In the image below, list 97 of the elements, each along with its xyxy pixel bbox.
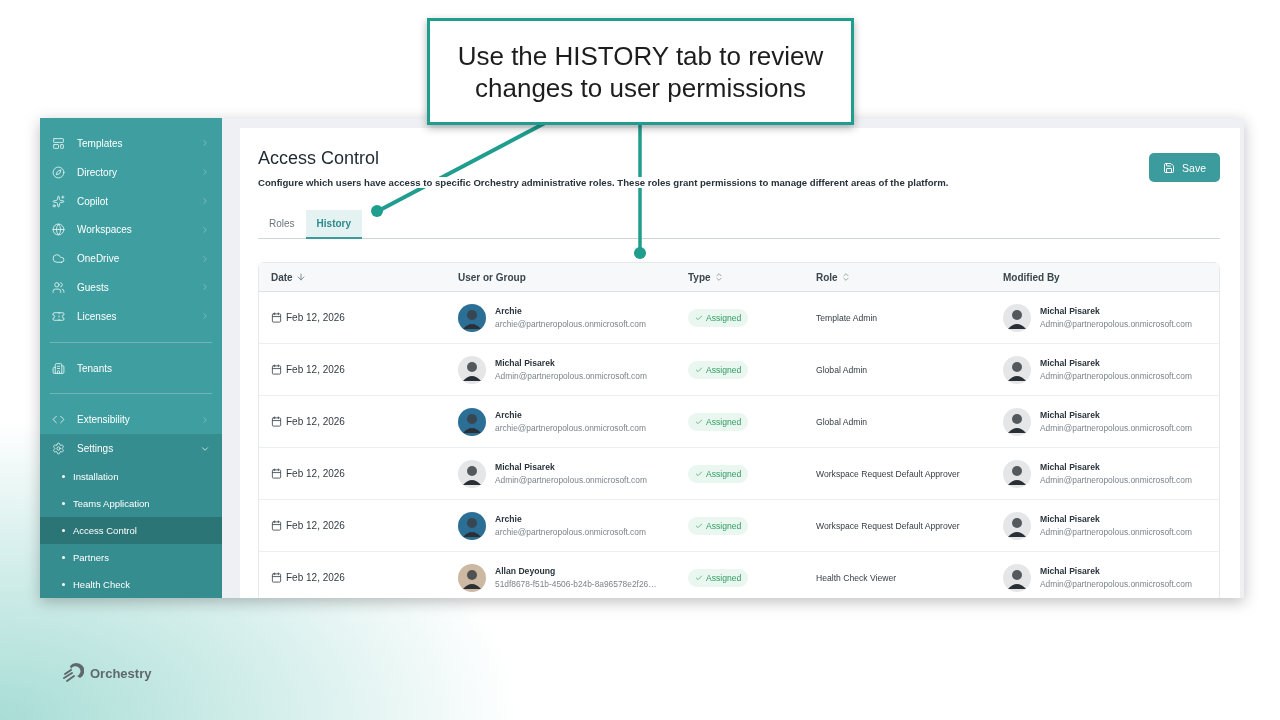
sidebar-subitem[interactable]: Partners bbox=[40, 543, 222, 571]
calendar-icon bbox=[271, 468, 282, 479]
date-text: Feb 12, 2026 bbox=[286, 520, 345, 531]
tab[interactable]: Roles bbox=[258, 210, 306, 239]
column-header[interactable]: User or Group bbox=[458, 271, 526, 283]
chevron-right-icon bbox=[200, 224, 210, 235]
brand-name: Orchestry bbox=[90, 665, 152, 681]
date-text: Feb 12, 2026 bbox=[286, 468, 345, 479]
column-header[interactable]: Date bbox=[271, 271, 306, 283]
sidebar-item[interactable]: Guests bbox=[40, 273, 222, 302]
person-name: Archie bbox=[495, 514, 523, 524]
calendar-icon bbox=[271, 312, 282, 323]
sidebar-item[interactable]: Extensibility bbox=[40, 405, 222, 435]
person-name: Archie bbox=[495, 410, 523, 420]
date-text: Feb 12, 2026 bbox=[286, 364, 345, 375]
person-email: Admin@partneropolous.onmicrosoft.com bbox=[1040, 475, 1192, 485]
sidebar-item[interactable]: Templates bbox=[40, 129, 222, 158]
sort-descending-icon bbox=[295, 272, 306, 282]
chevron-right-icon bbox=[200, 138, 210, 149]
person-email: Admin@partneropolous.onmicrosoft.com bbox=[1040, 423, 1192, 433]
role-text: Global Admin bbox=[816, 364, 869, 375]
sidebar-item[interactable]: OneDrive bbox=[40, 244, 222, 274]
chevron-right-icon bbox=[200, 282, 210, 293]
users-icon bbox=[52, 280, 65, 294]
status-badge: Assigned bbox=[688, 412, 749, 431]
calendar-icon bbox=[271, 364, 282, 375]
person-name: Michal Pisarek bbox=[1040, 462, 1101, 472]
chevron-right-icon bbox=[200, 196, 210, 207]
save-icon bbox=[1163, 161, 1176, 174]
calendar-icon bbox=[271, 572, 282, 583]
column-header[interactable]: Type bbox=[688, 271, 724, 283]
status-badge: Assigned bbox=[688, 360, 749, 379]
sidebar-item[interactable]: Settings bbox=[40, 434, 222, 463]
person-email: Admin@partneropolous.onmicrosoft.com bbox=[1040, 527, 1192, 537]
sparkle-icon bbox=[52, 194, 65, 208]
person-email: Admin@partneropolous.onmicrosoft.com bbox=[1040, 579, 1192, 589]
sidebar-subitem[interactable]: Teams Application bbox=[40, 489, 222, 517]
sidebar-item[interactable]: Tenants bbox=[40, 353, 222, 383]
person-name: Archie bbox=[495, 306, 523, 316]
person-email: archie@partneropolous.onmicrosoft.com bbox=[495, 527, 646, 537]
save-button[interactable]: Save bbox=[1149, 153, 1220, 182]
sidebar-item[interactable]: Workspaces bbox=[40, 215, 222, 245]
building-icon bbox=[52, 361, 65, 375]
globe-icon bbox=[52, 223, 65, 237]
role-text: Health Check Viewer bbox=[816, 572, 898, 583]
callout-text: Use the HISTORY tab to review changes to user permissions bbox=[427, 18, 854, 125]
calendar-icon bbox=[271, 520, 282, 531]
sidebar-subitem[interactable]: Access Control bbox=[40, 516, 222, 544]
role-text: Global Admin bbox=[816, 416, 869, 427]
person-name: Allan Deyoung bbox=[495, 566, 557, 576]
page-title: Access Control bbox=[258, 148, 381, 169]
date-text: Feb 12, 2026 bbox=[286, 572, 345, 583]
chevron-right-icon bbox=[200, 311, 210, 322]
person-name: Michal Pisarek bbox=[1040, 566, 1101, 576]
ticket-icon bbox=[52, 309, 65, 323]
sidebar-item[interactable]: Directory bbox=[40, 157, 222, 187]
person-name: Michal Pisarek bbox=[495, 462, 556, 472]
sort-icon bbox=[713, 272, 724, 282]
sidebar-item[interactable]: Copilot bbox=[40, 186, 222, 216]
person-email: archie@partneropolous.onmicrosoft.com bbox=[495, 423, 646, 433]
date-text: Feb 12, 2026 bbox=[286, 312, 345, 323]
calendar-icon bbox=[271, 416, 282, 427]
person-email: Admin@partneropolous.onmicrosoft.com bbox=[1040, 319, 1192, 329]
template-icon bbox=[52, 136, 65, 150]
logo-icon bbox=[62, 662, 84, 684]
status-badge: Assigned bbox=[688, 464, 749, 483]
person-name: Michal Pisarek bbox=[1040, 306, 1101, 316]
column-header[interactable]: Modified By bbox=[1003, 271, 1060, 283]
chevron-right-icon bbox=[200, 414, 210, 425]
column-header[interactable]: Role bbox=[816, 271, 851, 283]
status-badge: Assigned bbox=[688, 516, 749, 535]
person-name: Michal Pisarek bbox=[495, 358, 556, 368]
sidebar-subitem[interactable]: Health Check bbox=[40, 570, 222, 598]
status-badge: Assigned bbox=[688, 308, 749, 327]
sidebar-item[interactable]: Licenses bbox=[40, 301, 222, 331]
person-email: archie@partneropolous.onmicrosoft.com bbox=[495, 319, 646, 329]
sidebar-subitem[interactable]: Installation bbox=[40, 462, 222, 490]
person-email: 51df8678-f51b-4506-b24b-8a96578e2f26… bbox=[495, 579, 657, 589]
person-email: Admin@partneropolous.onmicrosoft.com bbox=[495, 475, 647, 485]
person-name: Michal Pisarek bbox=[1040, 514, 1101, 524]
compass-icon bbox=[52, 165, 65, 179]
status-badge: Assigned bbox=[688, 568, 749, 587]
role-text: Workspace Request Default Approver bbox=[816, 468, 961, 479]
role-text: Template Admin bbox=[816, 312, 879, 323]
person-name: Michal Pisarek bbox=[1040, 358, 1101, 368]
person-email: Admin@partneropolous.onmicrosoft.com bbox=[495, 371, 647, 381]
cloud-icon bbox=[52, 252, 65, 266]
person-email: Admin@partneropolous.onmicrosoft.com bbox=[1040, 371, 1192, 381]
tab[interactable]: History bbox=[305, 210, 363, 239]
sort-icon bbox=[840, 272, 851, 282]
date-text: Feb 12, 2026 bbox=[286, 416, 345, 427]
role-text: Workspace Request Default Approver bbox=[816, 520, 961, 531]
page-description: Configure which users have access to specific Orchestry administrative roles. These roles grant permissions to manage different areas of the platform. bbox=[258, 177, 949, 188]
person-name: Michal Pisarek bbox=[1040, 410, 1101, 420]
chevron-right-icon bbox=[200, 253, 210, 264]
settings-icon bbox=[52, 442, 65, 456]
chevron-right-icon bbox=[200, 167, 210, 178]
